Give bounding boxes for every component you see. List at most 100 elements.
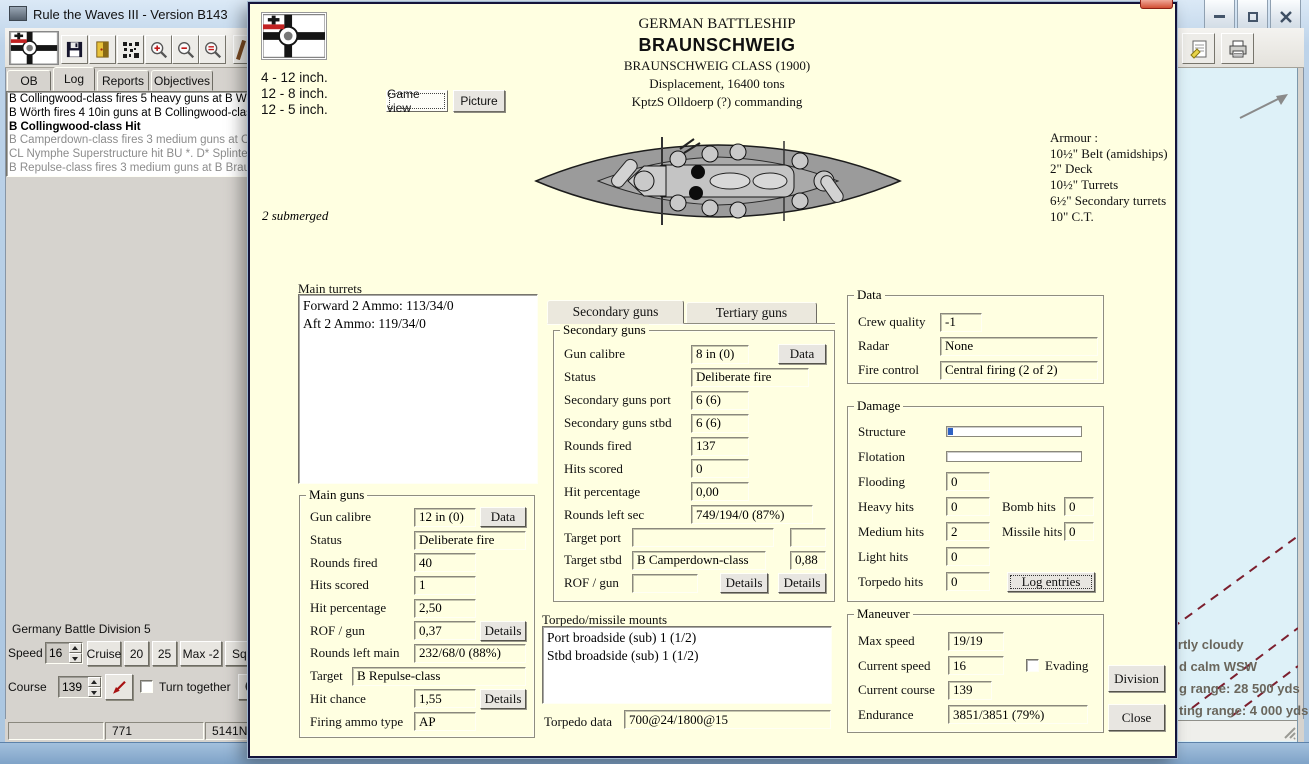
radar-value: None bbox=[940, 337, 1098, 356]
zoom-reset-button[interactable] bbox=[199, 35, 226, 64]
secondary-data-button[interactable]: Data bbox=[778, 344, 826, 364]
window-title: Rule the Waves III - Version B143 bbox=[33, 7, 228, 22]
field-label: Flooding bbox=[858, 474, 946, 490]
row-light-hits: Light hits 0 bbox=[858, 544, 1095, 569]
turret-item[interactable]: Aft 2 Ammo: 119/34/0 bbox=[303, 315, 533, 333]
game-view-button[interactable]: Game view bbox=[386, 90, 448, 112]
battle-log-list[interactable]: B Collingwood-class fires 5 heavy guns a… bbox=[6, 91, 248, 177]
speed-value: 16 bbox=[46, 643, 69, 663]
print-button[interactable] bbox=[1221, 33, 1254, 64]
torpedo-mount-item[interactable]: Stbd broadside (sub) 1 (1/2) bbox=[547, 647, 827, 665]
tab-secondary-guns[interactable]: Secondary guns bbox=[547, 300, 684, 324]
submerged-note: 2 submerged bbox=[262, 208, 328, 224]
rounds-left-value: 749/194/0 (87%) bbox=[691, 505, 813, 524]
spinner-down-icon[interactable] bbox=[69, 653, 82, 663]
log-line[interactable]: B Collingwood-class fires 5 heavy guns a… bbox=[9, 93, 247, 107]
spinner-down-icon[interactable] bbox=[88, 687, 101, 697]
picture-button[interactable]: Picture bbox=[453, 90, 505, 112]
gun-tool-button[interactable] bbox=[233, 35, 248, 64]
turn-together-checkbox[interactable] bbox=[140, 680, 153, 693]
speed-25-button[interactable]: 25 bbox=[152, 641, 177, 666]
stbd-details-button[interactable]: Details bbox=[778, 573, 826, 593]
field-label: Rounds fired bbox=[310, 555, 414, 571]
dialog-close-button[interactable]: Close bbox=[1108, 704, 1165, 731]
torpedo-data-label: Torpedo data bbox=[544, 714, 612, 730]
field-label: Hits scored bbox=[310, 577, 414, 593]
status-cell-mid: 771 bbox=[105, 722, 204, 740]
exit-button[interactable] bbox=[89, 35, 116, 64]
row-endurance: Endurance 3851/3851 (79%) bbox=[858, 703, 1095, 728]
field-label: Rounds left main bbox=[310, 645, 414, 661]
main-turrets-list[interactable]: Forward 2 Ammo: 113/34/0 Aft 2 Ammo: 119… bbox=[298, 294, 538, 484]
turret-item[interactable]: Forward 2 Ammo: 113/34/0 bbox=[303, 297, 533, 315]
log-line[interactable]: B Wörth fires 4 10in guns at B Collingwo… bbox=[9, 107, 247, 121]
log-line[interactable]: B Collingwood-class Hit bbox=[9, 121, 247, 135]
zoom-in-button[interactable] bbox=[145, 35, 172, 64]
damage-panel: Damage Structure Flotation Flooding 0 He… bbox=[847, 406, 1104, 602]
map-status-strip bbox=[1173, 720, 1297, 741]
torpedo-mount-item[interactable]: Port broadside (sub) 1 (1/2) bbox=[547, 629, 827, 647]
max-speed-value: 19/19 bbox=[948, 632, 1004, 651]
course-spinner[interactable]: 139 bbox=[58, 676, 102, 698]
field-label: Structure bbox=[858, 424, 946, 440]
target-port-ratio bbox=[790, 528, 826, 547]
field-label: Torpedo hits bbox=[858, 574, 946, 590]
tab-objectives-label: Objectives bbox=[154, 74, 210, 88]
row-max-speed: Max speed 19/19 bbox=[858, 629, 1095, 654]
division-button[interactable]: Division bbox=[1108, 665, 1165, 692]
spinner-up-icon[interactable] bbox=[88, 677, 101, 687]
current-speed-value: 16 bbox=[948, 656, 1004, 675]
torpedo-hits-value: 0 bbox=[946, 572, 990, 591]
field-label: Gun calibre bbox=[310, 509, 414, 525]
spinner-up-icon[interactable] bbox=[69, 643, 82, 653]
dialog-titlebar-close-button[interactable] bbox=[1140, 0, 1173, 9]
notes-button[interactable] bbox=[1182, 33, 1215, 64]
armour-line: 10½" Turrets bbox=[1050, 177, 1168, 193]
maneuver-panel-legend: Maneuver bbox=[854, 606, 913, 622]
main-guns-data-button[interactable]: Data bbox=[480, 507, 526, 527]
hit-chance-details-button[interactable]: Details bbox=[480, 689, 526, 709]
torpedo-data-value: 700@24/1800@15 bbox=[624, 710, 831, 729]
field-label: Hits scored bbox=[564, 461, 691, 477]
field-label: Current course bbox=[858, 682, 948, 698]
red-arrow-icon bbox=[110, 678, 128, 696]
tab-ob[interactable]: OB bbox=[7, 70, 51, 91]
wind-status: d calm WSW bbox=[1179, 659, 1257, 674]
tab-log[interactable]: Log bbox=[53, 67, 95, 91]
max-minus-2-button[interactable]: Max -2 bbox=[180, 641, 222, 666]
row-guns-stbd: Secondary guns stbd 6 (6) bbox=[564, 412, 826, 435]
status-value: 771 bbox=[112, 724, 132, 738]
evading-checkbox[interactable] bbox=[1026, 659, 1039, 672]
tab-objectives[interactable]: Objectives bbox=[151, 70, 213, 91]
row-rof: ROF / gun Details Details bbox=[564, 572, 826, 595]
log-entries-button[interactable]: Log entries bbox=[1007, 572, 1095, 592]
torpedo-mounts-list[interactable]: Port broadside (sub) 1 (1/2) Stbd broads… bbox=[542, 626, 832, 704]
cruise-button[interactable]: Cruise bbox=[87, 641, 121, 666]
save-button[interactable] bbox=[61, 35, 88, 64]
speed-spinner[interactable]: 16 bbox=[45, 642, 83, 664]
log-line[interactable]: CL Nymphe Superstructure hit BU *. D* Sp… bbox=[9, 148, 247, 162]
gun-calibre-value: 8 in (0) bbox=[691, 345, 749, 364]
evading-label: Evading bbox=[1045, 658, 1088, 674]
field-label: Bomb hits bbox=[1002, 499, 1064, 515]
row-flotation: Flotation bbox=[858, 444, 1095, 469]
row-guns-port: Secondary guns port 6 (6) bbox=[564, 389, 826, 412]
log-line[interactable]: B Repulse-class fires 3 medium guns at B… bbox=[9, 162, 247, 176]
log-line[interactable]: B Camperdown-class fires 3 medium guns a… bbox=[9, 134, 247, 148]
tab-reports[interactable]: Reports bbox=[97, 70, 149, 91]
speed-20-button[interactable]: 20 bbox=[124, 641, 149, 666]
rof-details-button[interactable]: Details bbox=[480, 621, 526, 641]
rounds-fired-value: 137 bbox=[691, 437, 749, 456]
row-medium-missile: Medium hits 2 Missile hits 0 bbox=[858, 519, 1095, 544]
set-course-button[interactable] bbox=[105, 674, 133, 700]
settings-button[interactable] bbox=[117, 35, 144, 64]
tab-tertiary-guns[interactable]: Tertiary guns bbox=[686, 302, 817, 324]
zoom-out-button[interactable] bbox=[172, 35, 199, 64]
resize-grip-icon[interactable] bbox=[1283, 726, 1297, 740]
medium-hits-value: 2 bbox=[946, 522, 990, 541]
status-value: Deliberate fire bbox=[414, 531, 526, 550]
app-icon bbox=[9, 6, 27, 21]
row-hit-percentage: Hit percentage 0,00 bbox=[564, 480, 826, 503]
port-details-button[interactable]: Details bbox=[720, 573, 768, 593]
door-icon bbox=[93, 40, 112, 59]
